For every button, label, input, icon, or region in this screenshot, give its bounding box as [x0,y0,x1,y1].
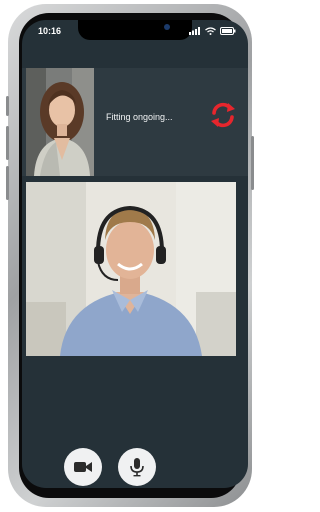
volume-down-button [6,166,9,200]
mute-switch [6,96,9,116]
battery-icon [220,27,236,35]
status-bar: 10:16 [22,20,248,44]
video-camera-icon [74,462,92,472]
refresh-icon[interactable] [208,100,238,130]
self-video-thumbnail[interactable] [26,68,94,176]
power-button [251,136,254,190]
notch [78,20,192,40]
remote-video-feed[interactable] [26,182,236,356]
fitting-status-text: Fitting ongoing... [106,112,173,122]
status-time: 10:16 [38,26,62,36]
woman-portrait [26,68,94,176]
phone-screen: 10:16 Fitting ongoing... [22,20,248,488]
call-info-panel: Fitting ongoing... [22,68,248,176]
volume-up-button [6,126,9,160]
status-icons [189,27,236,35]
microphone-button[interactable] [118,448,156,486]
video-camera-button[interactable] [64,448,102,486]
signal-icon [189,27,200,35]
wifi-icon [205,27,216,35]
front-camera [164,24,170,30]
man-with-headset-portrait [26,182,236,356]
microphone-icon [130,458,144,477]
